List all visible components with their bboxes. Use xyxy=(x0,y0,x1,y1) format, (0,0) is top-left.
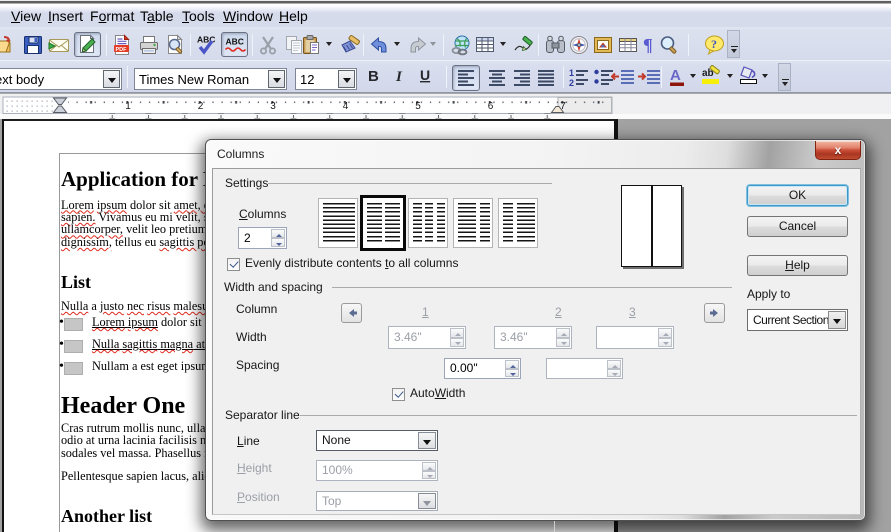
svg-text:¶: ¶ xyxy=(643,35,653,55)
svg-text:ABC: ABC xyxy=(197,35,215,45)
svg-text:2: 2 xyxy=(198,101,204,112)
svg-text:?: ? xyxy=(711,37,717,51)
svg-text:3: 3 xyxy=(270,101,276,112)
svg-text:1: 1 xyxy=(569,68,574,78)
svg-text:4: 4 xyxy=(343,101,349,112)
svg-text:5: 5 xyxy=(415,101,421,112)
svg-text:6: 6 xyxy=(488,101,494,112)
svg-text:B: B xyxy=(368,68,379,85)
svg-text:I: I xyxy=(395,69,403,85)
svg-text:U: U xyxy=(420,67,430,83)
svg-text:ABC: ABC xyxy=(226,37,244,47)
svg-text:A: A xyxy=(670,67,681,84)
svg-text:1: 1 xyxy=(125,101,131,112)
svg-text:PDF: PDF xyxy=(116,47,128,53)
svg-text:2: 2 xyxy=(569,78,574,88)
